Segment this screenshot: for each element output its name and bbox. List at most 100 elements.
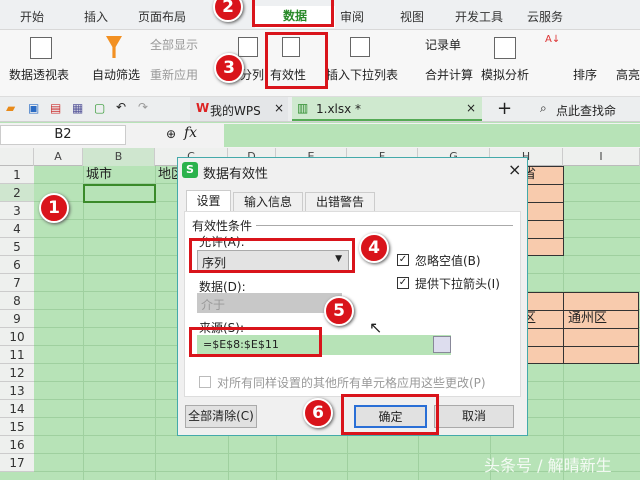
- row-header[interactable]: 13: [0, 382, 34, 400]
- tab-settings[interactable]: 设置: [186, 190, 231, 212]
- print-icon[interactable]: ▦: [72, 101, 83, 115]
- search-box[interactable]: 点此查找命: [556, 102, 616, 119]
- row-header[interactable]: 3: [0, 202, 34, 220]
- step-badge: 4: [359, 233, 389, 263]
- dialog-title: 数据有效性: [203, 167, 269, 182]
- new-tab-icon[interactable]: +: [497, 98, 512, 119]
- row-header[interactable]: 11: [0, 346, 34, 364]
- autofilter-button[interactable]: 自动筛选: [92, 66, 140, 83]
- whatif-button[interactable]: 模拟分析: [481, 66, 529, 83]
- row-header[interactable]: 8: [0, 292, 34, 310]
- ignore-blank-checkbox[interactable]: ✓: [397, 254, 409, 266]
- highlight-ok: [341, 394, 439, 435]
- open-icon[interactable]: ▰: [6, 101, 15, 115]
- show-all-button[interactable]: 全部显示: [150, 36, 198, 53]
- col-header[interactable]: I: [563, 148, 640, 166]
- step-badge: 1: [39, 193, 69, 223]
- tab-insert[interactable]: 插入: [84, 8, 108, 25]
- app-logo-icon: S: [182, 162, 198, 178]
- row-header[interactable]: 7: [0, 274, 34, 292]
- data-value: 介于: [201, 298, 226, 312]
- tab-my-wps[interactable]: W 我的WPS ×: [190, 97, 288, 121]
- tab-file-label: 1.xlsx *: [316, 102, 362, 116]
- clear-all-button[interactable]: 全部清除(C): [185, 405, 257, 428]
- col-header[interactable]: B: [83, 148, 155, 166]
- sort-az-icon[interactable]: A↓: [545, 34, 560, 45]
- ignore-blank-label: 忽略空值(B): [415, 254, 481, 268]
- row-header[interactable]: 16: [0, 436, 34, 454]
- apply-all-label: 对所有同样设置的其他所有单元格应用这些更改(P): [217, 376, 486, 390]
- name-box[interactable]: B2: [0, 125, 126, 145]
- consolidate-button[interactable]: 合并计算: [425, 66, 473, 83]
- fx-icon[interactable]: fx: [184, 125, 197, 141]
- tab-review[interactable]: 审阅: [340, 8, 364, 25]
- sort-button[interactable]: 排序: [573, 66, 597, 83]
- tab-input-message[interactable]: 输入信息: [233, 192, 303, 212]
- step-badge: 3: [214, 53, 244, 83]
- tab-start[interactable]: 开始: [20, 8, 44, 25]
- tab-file[interactable]: ▥ 1.xlsx * ×: [292, 97, 482, 121]
- search-icon: ⌕: [540, 101, 547, 115]
- dropdown-arrow-label: 提供下拉箭头(I): [415, 277, 500, 291]
- tab-my-wps-label: 我的WPS: [210, 104, 261, 118]
- formula-input[interactable]: [224, 124, 640, 147]
- row-header[interactable]: 17: [0, 454, 34, 472]
- close-icon[interactable]: ×: [508, 160, 521, 179]
- step-badge: 5: [324, 296, 354, 326]
- insert-dropdown-icon: [350, 37, 370, 57]
- highlight-allow: [189, 238, 355, 273]
- record-button[interactable]: 记录单: [425, 36, 461, 53]
- highlight-source: [189, 327, 322, 357]
- text-to-columns-icon: [238, 37, 258, 57]
- close-icon[interactable]: ×: [274, 101, 284, 115]
- row-header[interactable]: 5: [0, 238, 34, 256]
- whatif-icon: [494, 37, 516, 59]
- tab-error-alert[interactable]: 出错警告: [305, 192, 375, 212]
- zoom-icon[interactable]: ⊕: [166, 127, 176, 141]
- range-picker-icon[interactable]: [433, 336, 451, 353]
- quick-access-bar: ▰ ▣ ▤ ▦ ▢ ↶ ↷ W 我的WPS × ▥ 1.xlsx * × + ⌕…: [0, 97, 640, 122]
- dropdown-arrow-checkbox[interactable]: ✓: [397, 277, 409, 289]
- apply-all-checkbox[interactable]: [199, 376, 211, 388]
- cell-b1[interactable]: 城市: [83, 166, 112, 184]
- row-header[interactable]: 1: [0, 166, 34, 184]
- highlight-validity: [265, 32, 328, 89]
- select-all[interactable]: [0, 148, 34, 166]
- watermark: 头条号 / 解晴新生: [484, 456, 612, 475]
- wps-logo-icon: W: [196, 101, 210, 115]
- pivot-icon: [30, 37, 52, 59]
- print-preview-icon[interactable]: ▢: [94, 101, 105, 115]
- group-label: 有效性条件: [192, 217, 257, 234]
- row-header[interactable]: 9: [0, 310, 34, 328]
- insert-dropdown-button[interactable]: 插入下拉列表: [326, 66, 398, 83]
- filter-icon: [106, 36, 122, 58]
- cell-i9[interactable]: 通州区: [565, 310, 607, 328]
- excel-file-icon: ▥: [297, 101, 309, 115]
- undo-icon[interactable]: ↶: [116, 100, 126, 114]
- cancel-button[interactable]: 取消: [434, 405, 514, 428]
- row-header[interactable]: 2: [0, 184, 34, 202]
- reapply-button[interactable]: 重新应用: [150, 66, 198, 83]
- tab-view[interactable]: 视图: [400, 8, 424, 25]
- col-header[interactable]: A: [34, 148, 83, 166]
- row-header[interactable]: 10: [0, 328, 34, 346]
- tab-cloud[interactable]: 云服务: [527, 8, 563, 25]
- pivot-button[interactable]: 数据透视表: [9, 66, 69, 83]
- row-header[interactable]: 15: [0, 418, 34, 436]
- redo-icon[interactable]: ↷: [138, 100, 148, 114]
- row-header[interactable]: 14: [0, 400, 34, 418]
- highlight-button[interactable]: 高亮: [616, 66, 640, 83]
- row-header[interactable]: 6: [0, 256, 34, 274]
- active-cell-b2[interactable]: [83, 184, 156, 203]
- row-header[interactable]: 4: [0, 220, 34, 238]
- row-header[interactable]: 12: [0, 364, 34, 382]
- data-select: 介于: [197, 293, 342, 313]
- tab-page-layout[interactable]: 页面布局: [138, 8, 186, 25]
- step-badge: 6: [303, 398, 333, 428]
- save-icon[interactable]: ▣: [28, 101, 39, 115]
- mouse-cursor-icon: ↖: [369, 318, 383, 337]
- highlight-data-tab: [252, 0, 334, 27]
- export-pdf-icon[interactable]: ▤: [50, 101, 61, 115]
- close-icon[interactable]: ×: [466, 101, 476, 115]
- tab-developer[interactable]: 开发工具: [455, 8, 503, 25]
